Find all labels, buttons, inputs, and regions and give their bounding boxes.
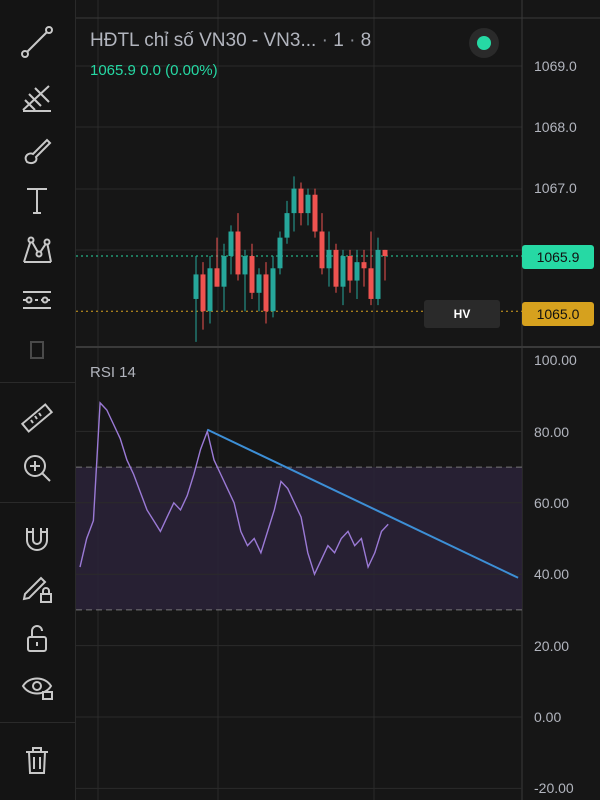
candle-body [270,268,276,312]
magnet-icon[interactable] [17,518,57,558]
candle-body [298,188,304,214]
interval-label: 1 [333,30,344,51]
rsi-axis-label: 40.00 [534,566,570,582]
zoom-in-icon[interactable] [17,448,57,488]
candle-body [333,249,339,287]
candle-body [354,262,360,281]
text-icon[interactable] [17,180,57,220]
hv-button[interactable]: HV [424,300,500,328]
symbol-legend[interactable]: HĐTL chỉ số VN30 - VN3... · 1 · 8 [90,30,371,52]
rsi-axis-label: 20.00 [534,638,570,654]
candle-body [340,256,346,287]
forecast-icon[interactable] [17,280,57,320]
toolbar-divider [0,502,75,503]
candle-body [193,274,199,299]
interval-label-2: 8 [360,30,372,51]
ruler-icon[interactable] [17,398,57,438]
rsi-band [76,467,522,610]
chart-area[interactable]: HĐTL chỉ số VN30 - VN3... · 1 · 8 1065.9… [76,0,600,800]
rsi-axis-label: 60.00 [534,495,570,511]
placeholder-icon [17,330,57,370]
change-percent: (0.00%) [165,62,218,79]
drawing-toolbar [0,0,76,800]
candle-body [375,249,381,299]
candle-body [228,231,234,257]
candle-body [221,256,227,287]
pattern-icon[interactable] [17,230,57,270]
legend-separator: · [349,30,356,51]
candle-body [277,237,283,269]
price-axis-label: 1068.0 [534,119,577,135]
change-value: 0.0 [140,62,161,79]
toolbar-divider [0,722,75,723]
candle-body [305,194,311,214]
unlock-icon[interactable] [17,618,57,658]
candle-body [368,268,374,299]
trend-line-icon[interactable] [17,22,57,62]
trash-icon[interactable] [17,740,57,780]
eye-icon[interactable] [17,666,57,706]
candle-body [347,256,353,281]
symbol-name: HĐTL chỉ số VN30 - VN3... [90,30,317,51]
candle-body [249,256,255,293]
candle-body [235,231,241,275]
price-axis-label: 1069.0 [534,58,577,74]
lock-drawing-icon[interactable] [17,568,57,608]
candle-body [312,194,318,232]
chart-canvas[interactable] [76,0,600,800]
brush-icon[interactable] [17,132,57,172]
rsi-title: RSI 14 [90,364,136,381]
hv-price-tag: 1065.0 [522,302,594,326]
candle-body [361,262,367,269]
market-status-icon[interactable] [469,28,499,58]
candle-body [326,249,332,269]
candle-body [263,274,269,312]
price-axis-label: 1067.0 [534,180,577,196]
last-price: 1065.9 [90,62,136,79]
candle-body [207,268,213,312]
candle-body [319,231,325,269]
fib-retracement-icon[interactable] [17,78,57,118]
rsi-axis-label: 0.00 [534,709,562,725]
price-change-readout: 1065.9 0.0 (0.00%) [90,62,218,79]
rsi-axis-label: 100.00 [534,352,577,368]
candle-body [214,268,220,287]
last-price-tag: 1065.9 [522,245,594,269]
rsi-axis-label: -20.00 [534,780,574,796]
candle-body [242,256,248,275]
candle-body [291,188,297,214]
candle-body [284,213,290,238]
rsi-axis-label: 80.00 [534,424,570,440]
toolbar-divider [0,382,75,383]
candle-body [200,274,206,312]
legend-separator: · [321,30,328,51]
candle-body [382,249,388,257]
candle-body [256,274,262,293]
